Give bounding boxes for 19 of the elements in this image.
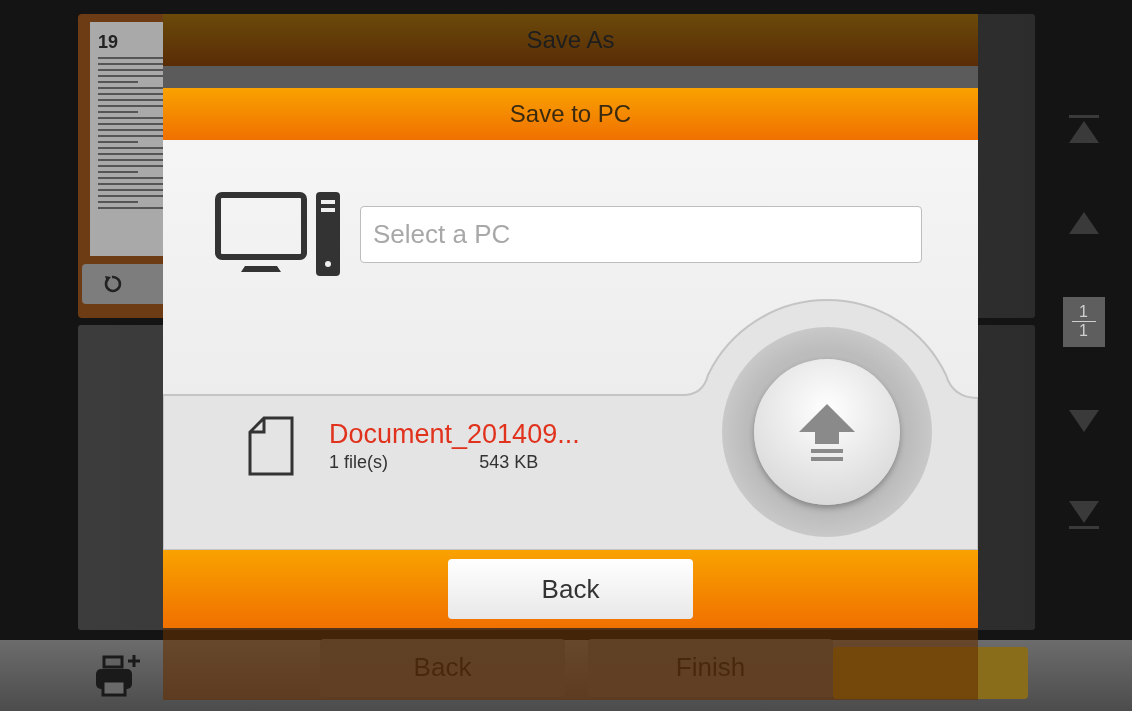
pc-select-field[interactable]: Select a PC (360, 205, 922, 263)
first-page-button[interactable] (1066, 114, 1101, 145)
current-page: 1 (1079, 303, 1088, 322)
action-button[interactable] (833, 646, 1028, 699)
document-icon (248, 416, 294, 476)
total-pages: 1 (1079, 322, 1088, 341)
skip-down-icon (1066, 499, 1101, 530)
rotate-icon[interactable] (102, 274, 122, 294)
dialog-title: Save to PC (163, 88, 978, 140)
page-number: 19 (98, 32, 120, 53)
back-button[interactable]: Back (448, 559, 693, 619)
computer-icon (215, 192, 340, 276)
save-as-title: Save As (163, 14, 978, 66)
file-count: 1 file(s) (329, 452, 389, 473)
file-name: Document_201409... (329, 419, 580, 450)
last-page-button[interactable] (1066, 499, 1101, 530)
file-size: 543 KB (479, 452, 540, 473)
skip-up-icon (1066, 114, 1101, 145)
upload-arrow-icon (797, 402, 857, 462)
